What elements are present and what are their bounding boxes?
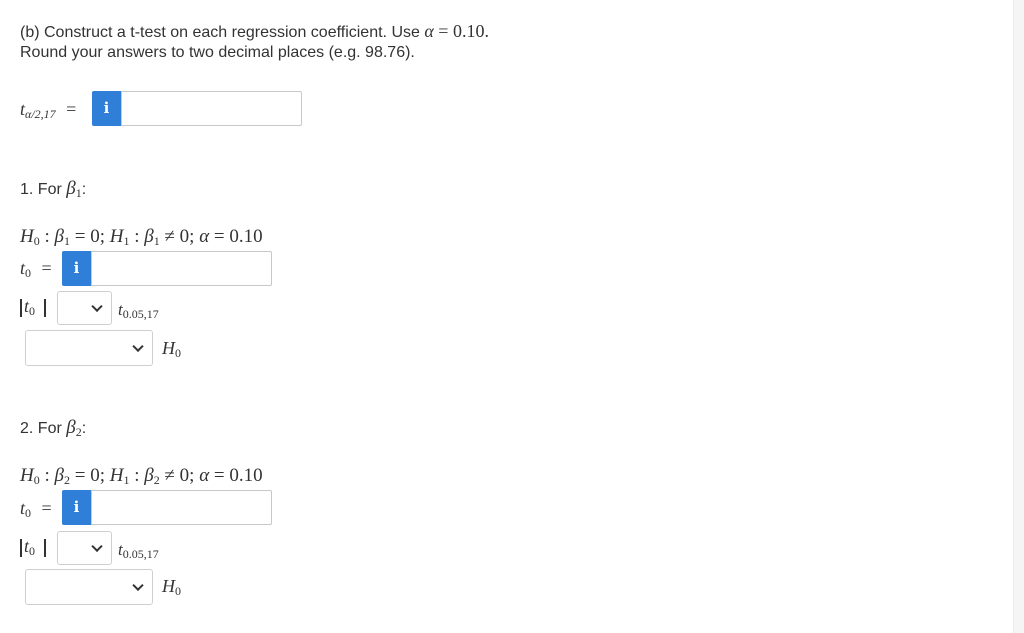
t-critical-subscript: α/2,17	[25, 107, 56, 121]
abs-bar-right	[44, 299, 46, 317]
equals-sign: =	[66, 99, 77, 119]
section1-compare-select[interactable]	[57, 291, 112, 325]
section2-t0-input[interactable]	[91, 490, 272, 525]
alpha-symbol: α	[199, 226, 210, 247]
section1-t0-input[interactable]	[91, 251, 272, 286]
beta-symbol: β	[66, 417, 76, 438]
section1-decision-select[interactable]	[25, 330, 153, 366]
chevron-down-icon	[91, 540, 103, 553]
page-scroll-edge	[1013, 0, 1024, 633]
alpha-value: = 0.10	[209, 226, 263, 247]
alternative-value: ≠ 0;	[159, 226, 200, 247]
instructions-line2: Round your answers to two decimal places…	[20, 44, 415, 61]
section2-compare-select[interactable]	[57, 531, 112, 565]
h1-symbol: H	[109, 465, 124, 486]
t0-subscript: 0	[29, 544, 36, 558]
t0-subscript: 0	[25, 266, 32, 280]
null-value: = 0;	[69, 226, 110, 247]
alpha-symbol: α	[424, 21, 434, 41]
beta-symbol: β	[144, 226, 154, 247]
section1-critical-label: t0.05,17	[118, 300, 159, 322]
alpha-symbol: α	[199, 465, 210, 486]
section2-hypotheses: H0 : β2 = 0; H1 : β2 ≠ 0; α = 0.10	[20, 465, 263, 488]
abs-bar-right	[44, 539, 46, 557]
equals-sign: =	[41, 258, 52, 278]
h0-symbol: H	[162, 338, 175, 358]
section1-decision-h0: H0	[162, 338, 181, 361]
h0-subscript: 0	[175, 584, 181, 598]
h0-symbol: H	[20, 226, 34, 247]
chevron-down-icon	[132, 340, 144, 353]
alternative-value: ≠ 0;	[159, 465, 200, 486]
info-icon[interactable]: i	[92, 91, 121, 126]
section2-critical-label: t0.05,17	[118, 540, 159, 562]
h0-subscript: 0	[175, 346, 181, 360]
colon: :	[81, 420, 87, 437]
colon: :	[81, 181, 87, 198]
info-icon[interactable]: i	[62, 251, 91, 286]
section2-abs-t0: t0	[24, 536, 35, 559]
t0-subscript: 0	[25, 506, 32, 520]
t-critical-input[interactable]	[121, 91, 302, 126]
section2-heading-text: 2. For	[20, 420, 67, 437]
beta-symbol: β	[54, 465, 64, 486]
beta-symbol: β	[54, 226, 64, 247]
section1-t0-label: t0 =	[20, 258, 52, 281]
abs-bar-left	[20, 299, 22, 317]
abs-bar-left	[20, 539, 22, 557]
chevron-down-icon	[91, 300, 103, 313]
colon: :	[39, 226, 55, 247]
critical-subscript: 0.05,17	[122, 547, 159, 561]
alpha-value: = 0.10	[209, 465, 263, 486]
section2-decision-h0: H0	[162, 576, 181, 599]
t0-subscript: 0	[29, 304, 36, 318]
beta-symbol: β	[66, 178, 76, 199]
alpha-value: = 0.10.	[433, 21, 489, 41]
section1-heading: 1. For β1:	[20, 178, 86, 201]
colon: :	[129, 226, 145, 247]
colon: :	[129, 465, 145, 486]
h0-symbol: H	[162, 576, 175, 596]
chevron-down-icon	[132, 579, 144, 592]
section1-heading-text: 1. For	[20, 181, 67, 198]
null-value: = 0;	[69, 465, 110, 486]
section2-decision-select[interactable]	[25, 569, 153, 605]
critical-subscript: 0.05,17	[122, 307, 159, 321]
equals-sign: =	[41, 498, 52, 518]
colon: :	[39, 465, 55, 486]
section1-hypotheses: H0 : β1 = 0; H1 : β1 ≠ 0; α = 0.10	[20, 226, 263, 249]
beta-symbol: β	[144, 465, 154, 486]
h1-symbol: H	[109, 226, 124, 247]
section1-abs-t0: t0	[24, 296, 35, 319]
instructions-text: (b) Construct a t-test on each regressio…	[20, 24, 425, 41]
section2-heading: 2. For β2:	[20, 417, 86, 440]
t-critical-label: tα/2,17 =	[20, 99, 76, 122]
instructions-line1: (b) Construct a t-test on each regressio…	[20, 21, 489, 42]
h0-symbol: H	[20, 465, 34, 486]
info-icon[interactable]: i	[62, 490, 91, 525]
section2-t0-label: t0 =	[20, 498, 52, 521]
